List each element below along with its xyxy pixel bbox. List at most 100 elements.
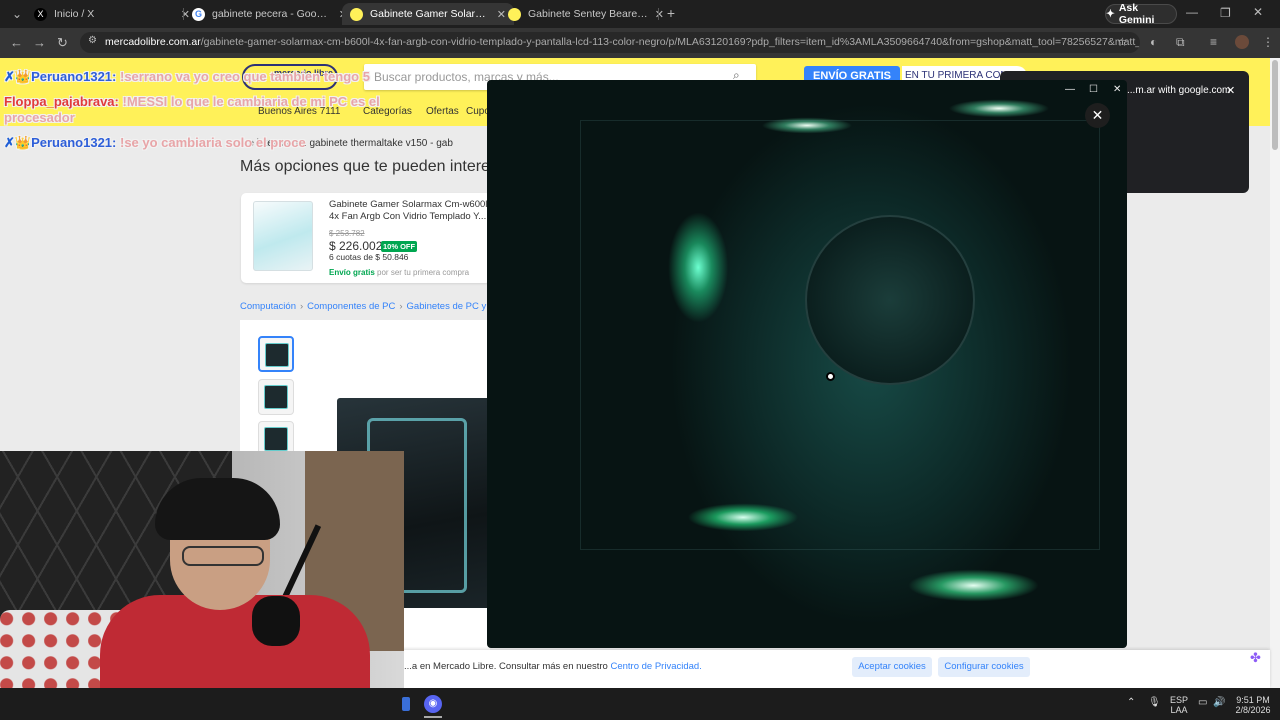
breadcrumb: Computación › Componentes de PC › Gabinetes … [240,301,495,312]
thumbnail-image [265,343,289,367]
chat-username: Floppa_pajabrava: [4,94,119,109]
language-indicator[interactable]: ESP LAA [1170,695,1188,715]
active-app-indicator [424,716,442,718]
taskbar-app-icon[interactable] [402,697,410,711]
cookie-text: ...a en Mercado Libre. Consultar más en … [404,661,702,672]
popup-minimize-icon[interactable]: ― [1065,84,1075,95]
configure-cookies-button[interactable]: Configurar cookies [938,657,1030,677]
window-restore-icon[interactable]: ❐ [1220,6,1231,20]
interest-link[interactable]: gabinete thermaltake v150 - gab [309,138,452,149]
tab-search-icon[interactable]: ⌄ [12,7,22,21]
keyboard-layout: LAA [1170,705,1188,715]
popup-close-icon[interactable]: ✕ [1113,84,1121,95]
chevron-right-icon: › [399,301,403,312]
microphone [252,596,300,646]
ask-gemini-label: Ask Gemini [1118,2,1155,26]
tray-chevron-up-icon[interactable]: ⌃ [1127,698,1135,708]
product-price: $ 226.002 [329,239,383,253]
profile-avatar[interactable] [1235,35,1249,49]
bookmark-star-icon[interactable]: ☆ [1117,35,1128,49]
chat-username: Peruano1321: [31,69,117,84]
puzzle-extensions-icon[interactable]: ⧉ [1176,35,1185,50]
clock-time: 9:51 PM [1236,695,1270,705]
product-card-image[interactable] [253,201,313,271]
installments-text: 6 cuotas de $ 50.846 [329,252,409,262]
site-info-icon[interactable]: ⚙ [88,35,97,46]
lightbox-close-icon[interactable]: ✕ [1085,103,1110,128]
tab-mercadolibre-active[interactable]: Gabinete Gamer Solarmax Cm-... ✕ [342,3,514,25]
url-path: /gabinete-gamer-solarmax-cm-b600l-4x-fan… [200,36,1140,48]
tab-divider [658,8,659,20]
microphone-icon[interactable]: 🎙 [1148,698,1161,708]
tab-title: Inicio / X [54,8,95,20]
mercadolibre-favicon-icon [350,7,363,21]
chat-message: ✗👑Peruano1321: !serrano va yo creo que t… [4,69,370,85]
breadcrumb-gabinetes[interactable]: Gabinetes de PC y S [407,301,496,312]
breadcrumb-componentes[interactable]: Componentes de PC [307,301,395,312]
mercadolibre-favicon-icon [508,7,521,21]
page-scrollbar[interactable] [1270,58,1280,688]
more-options-heading: Más opciones que te pueden intere [240,158,490,175]
chat-text: !se yo cambiaria solo el proce [119,135,306,150]
thumbnail-image [264,427,288,451]
chat-username: Peruano1321: [31,135,117,150]
streamer-hair [155,478,280,540]
tab-title: gabinete pecera - Google Search [212,8,332,20]
cpu-cooler-shape [805,215,975,385]
chat-text: !serrano va yo creo que tambien tengo 5 [119,69,370,84]
gemini-sparkle-icon: ✦ [1106,8,1115,20]
windows-taskbar [0,688,1280,720]
new-tab-plus-icon[interactable]: + [662,5,680,23]
reload-icon[interactable]: ↻ [57,35,68,51]
tab-title: Gabinete Sentey Bearer Pro Vi... [528,8,648,20]
discord-icon[interactable]: ◉ [424,695,442,713]
url-domain: mercadolibre.com.ar [105,36,201,48]
accept-cookies-button[interactable]: Aceptar cookies [852,657,932,677]
nav-ofertas[interactable]: Ofertas [426,106,459,117]
tab-google-search[interactable]: G gabinete pecera - Google Search ✕ [184,3,356,25]
network-icon[interactable]: ▭ [1198,698,1207,708]
x-favicon-icon: X [34,7,47,21]
google-popup-text: ...m.ar with google.com [1127,85,1231,96]
reading-list-icon[interactable]: ≡ [1210,35,1217,49]
cookie-message: ...a en Mercado Libre. Consultar más en … [404,661,608,672]
window-close-icon[interactable]: ✕ [1253,5,1263,19]
forward-arrow-icon[interactable]: → [33,35,46,50]
shipping-note: por ser tu primera compra [377,268,470,277]
privacy-center-link[interactable]: Centro de Privacidad. [610,661,701,672]
scroll-thumb[interactable] [1272,60,1278,150]
product-card-title[interactable]: Gabinete Gamer Solarmax Cm-w600l 4x Fan … [329,199,489,223]
product-old-price: $ 253.782 [329,229,365,238]
clock-date: 2/8/2026 [1235,705,1271,715]
popup-maximize-icon[interactable]: ☐ [1089,84,1098,95]
address-bar[interactable]: mercadolibre.com.ar/gabinete-gamer-solar… [80,32,1140,53]
tab-mercadolibre-sentey[interactable]: Gabinete Sentey Bearer Pro Vi... ✕ [500,3,672,25]
lang-code: ESP [1170,695,1189,705]
breadcrumb-computacion[interactable]: Computación [240,301,296,312]
tab-title: Gabinete Gamer Solarmax Cm-... [370,8,490,20]
menu-kebab-icon[interactable]: ⋮ [1262,35,1274,49]
volume-icon[interactable]: 🔊 [1213,698,1225,708]
chevron-right-icon: › [299,301,304,312]
streamer-glasses [182,546,264,566]
back-arrow-icon[interactable]: ← [10,35,23,50]
tab-x[interactable]: X Inicio / X ✕ [26,3,198,25]
chat-badge-icon: ✗👑 [4,135,32,150]
extension-icon[interactable]: ◐ [1150,35,1157,49]
chat-message: Floppa_pajabrava: !MESSI lo que le cambi… [4,94,384,126]
ask-gemini-button[interactable]: ✦ Ask Gemini [1105,2,1177,26]
google-popup-close-icon[interactable]: ✕ [1226,84,1235,97]
shipping-text: Envío gratis por ser tu primera compra [329,268,469,277]
window-minimize-icon[interactable]: ― [1186,5,1198,19]
gallery-thumbnail[interactable] [258,336,294,372]
shipping-label: Envío gratis [329,268,375,277]
chat-message: ✗👑Peruano1321: !se yo cambiaria solo el … [4,135,306,151]
thumbnail-image [264,385,288,409]
gemini-spark-icon[interactable]: ✤ [1250,650,1261,666]
gallery-thumbnail[interactable] [258,379,294,415]
clock[interactable]: 9:51 PM 2/8/2026 [1233,695,1273,715]
chat-badge-icon: ✗👑 [4,69,32,84]
discount-badge: 10% OFF [381,241,418,252]
google-favicon-icon: G [192,7,205,21]
mouse-cursor-icon [826,372,835,381]
